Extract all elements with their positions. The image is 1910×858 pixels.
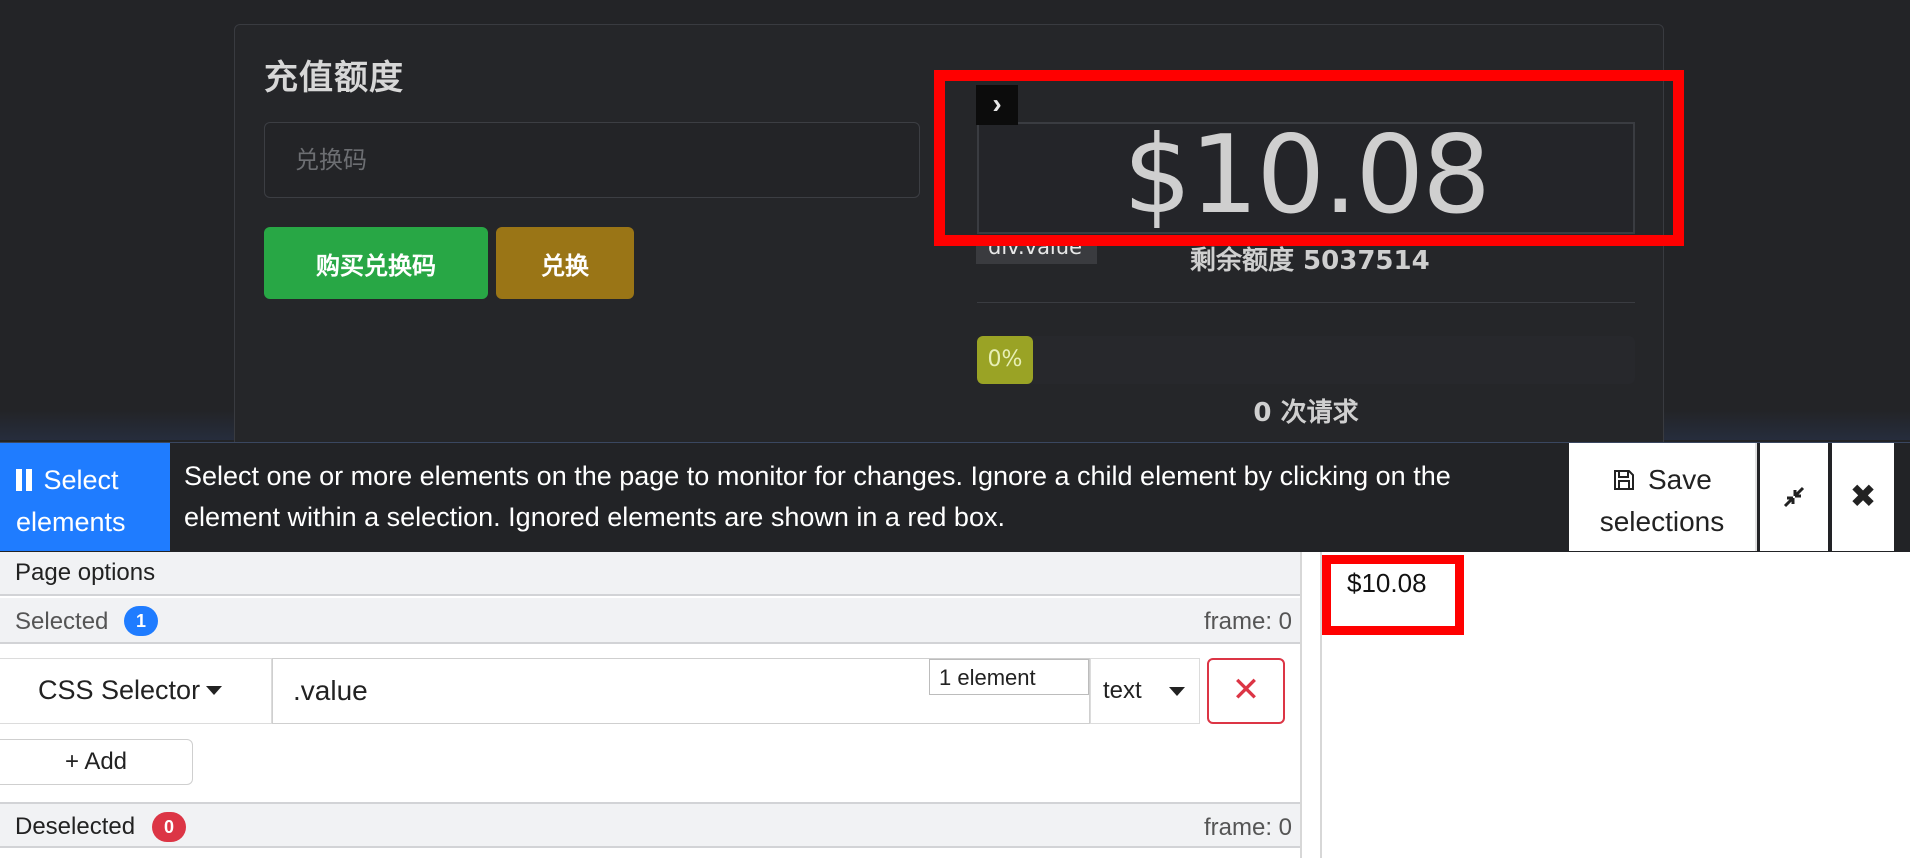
deselected-label: Deselected — [15, 813, 136, 840]
progress-track — [977, 336, 1635, 384]
deselected-section-header[interactable]: Deselected 0 frame: 0 — [0, 802, 1300, 848]
deselected-count-badge: 0 — [152, 812, 186, 842]
floppy-disk-icon — [1614, 470, 1635, 490]
selected-section-header[interactable]: Selected 1 frame: 0 — [0, 598, 1300, 644]
value-type-label: text — [1103, 677, 1142, 704]
close-icon: ✖ — [1849, 478, 1877, 514]
collapse-panel-button[interactable] — [1760, 443, 1828, 551]
selection-highlight-box — [934, 70, 1684, 246]
preview-highlight-box — [1322, 555, 1464, 635]
close-button[interactable]: ✖ — [1832, 443, 1894, 551]
redeem-code-input[interactable] — [264, 122, 920, 198]
collapse-icon — [1783, 487, 1805, 508]
save-selections-button[interactable]: Save selections — [1569, 443, 1757, 551]
buy-code-button[interactable]: 购买兑换码 — [264, 227, 488, 299]
pause-icon — [16, 465, 36, 495]
selected-count-badge: 1 — [124, 606, 158, 636]
instructions-text: Select one or more elements on the page … — [184, 461, 1451, 532]
selected-frame-label: frame: 0 — [1203, 608, 1292, 635]
deselected-frame-label: frame: 0 — [1203, 814, 1292, 841]
add-selector-button[interactable]: + Add — [0, 739, 193, 785]
page-options-header[interactable]: Page options — [0, 552, 1300, 596]
close-icon: ✕ — [1231, 671, 1261, 709]
caret-down-icon — [1169, 687, 1185, 696]
selector-type-label: CSS Selector — [38, 675, 201, 705]
request-count: 0 次请求 — [1253, 398, 1359, 428]
redeem-button[interactable]: 兑换 — [496, 227, 634, 299]
select-elements-button[interactable]: Select elements — [0, 443, 170, 551]
selector-type-dropdown[interactable]: CSS Selector — [0, 658, 272, 724]
match-count-badge: 1 element — [929, 659, 1089, 695]
divider — [977, 302, 1635, 303]
remaining-quota: 剩余额度 5037514 — [1190, 246, 1430, 276]
card-title: 充值额度 — [264, 58, 404, 98]
progress-bar: 0% — [977, 336, 1033, 384]
delete-selector-button[interactable]: ✕ — [1207, 658, 1285, 724]
value-type-dropdown[interactable]: text — [1090, 658, 1200, 724]
page-options-label: Page options — [15, 559, 156, 586]
selected-label: Selected — [15, 608, 109, 635]
caret-down-icon — [206, 686, 223, 695]
